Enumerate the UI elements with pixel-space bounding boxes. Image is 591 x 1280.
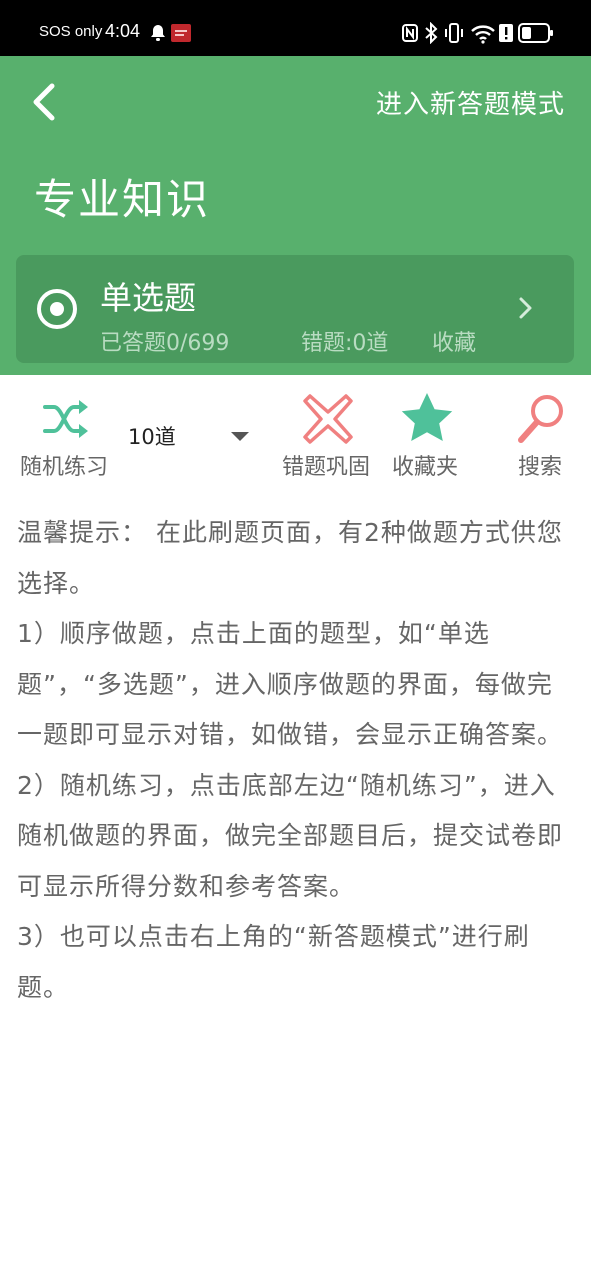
new-answer-mode-link[interactable]: 进入新答题模式 bbox=[376, 84, 565, 121]
back-arrow-icon[interactable] bbox=[26, 78, 66, 126]
favorites-label: 收藏夹 bbox=[392, 455, 459, 480]
random-practice-label: 随机练习 bbox=[20, 455, 109, 480]
cross-icon bbox=[303, 394, 353, 444]
radio-target-icon bbox=[37, 289, 77, 329]
tips-item-3: 3）也可以点击右上角的“新答题模式”进行刷题。 bbox=[17, 922, 530, 1002]
carrier-text: SOS only bbox=[39, 23, 103, 40]
bluetooth-icon bbox=[425, 22, 438, 44]
question-type-card[interactable]: 单选题 已答题0/699 错题:0道 收藏 bbox=[16, 255, 574, 363]
star-icon bbox=[401, 393, 453, 441]
header: 进入新答题模式 专业知识 单选题 已答题0/699 错题:0道 收藏 bbox=[0, 56, 591, 375]
bell-icon bbox=[151, 25, 165, 41]
search-label: 搜索 bbox=[518, 455, 563, 480]
practice-toolbar: 随机练习 10道 错题巩固 收藏夹 搜索 bbox=[0, 375, 591, 485]
question-type-name: 单选题 bbox=[100, 279, 197, 317]
tips-item-2: 2）随机练习，点击底部左边“随机练习”，进入随机做题的界面，做完全部题目后，提交… bbox=[17, 770, 564, 901]
app-notification-icon bbox=[171, 24, 191, 42]
status-bar: SOS only 4:04 bbox=[0, 0, 591, 56]
wrong-count: 错题:0道 bbox=[301, 331, 389, 356]
chevron-right-icon bbox=[519, 297, 532, 319]
tips-section: 温馨提示： 在此刷题页面，有2种做题方式供您选择。 1）顺序做题，点击上面的题型… bbox=[17, 508, 577, 1013]
page-title: 专业知识 bbox=[34, 175, 211, 224]
vibrate-icon bbox=[445, 23, 463, 43]
clock-text: 4:04 bbox=[105, 21, 141, 41]
dropdown-caret-icon bbox=[231, 432, 249, 441]
shuffle-icon bbox=[43, 400, 88, 438]
answered-count: 已答题0/699 bbox=[100, 331, 230, 356]
favorite-label: 收藏 bbox=[432, 331, 477, 356]
alert-icon bbox=[499, 24, 513, 42]
wifi-icon bbox=[471, 25, 495, 44]
tips-intro: 温馨提示： 在此刷题页面，有2种做题方式供您选择。 bbox=[17, 518, 563, 598]
wrong-review-label: 错题巩固 bbox=[282, 455, 371, 480]
search-icon bbox=[518, 395, 563, 443]
question-count-value: 10道 bbox=[128, 425, 176, 449]
battery-icon bbox=[518, 23, 553, 43]
nfc-icon bbox=[402, 24, 418, 42]
tips-item-1: 1）顺序做题，点击上面的题型，如“单选题”，“多选题”，进入顺序做题的界面，每做… bbox=[17, 619, 564, 749]
